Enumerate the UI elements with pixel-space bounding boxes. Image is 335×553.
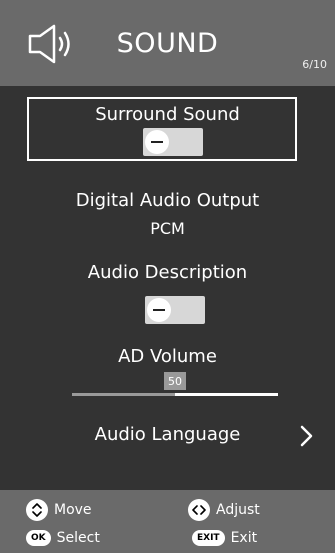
menu-item-audio-description: Audio Description [0,262,335,283]
ad-volume-value[interactable]: 50 [164,372,186,390]
header-bar: SOUND 6/10 [0,0,335,86]
ad-volume-slider[interactable] [72,393,278,396]
hint-exit-label: Exit [230,530,258,546]
chevron-right-icon[interactable] [296,425,316,447]
up-down-arrows-icon [26,499,48,521]
surround-sound-label: Surround Sound [95,104,240,125]
toggle-knob-icon [145,130,169,154]
menu-item-digital-audio-output[interactable]: Digital Audio Output PCM [0,190,335,238]
hint-adjust: Adjust [188,499,260,521]
page-title: SOUND [116,28,219,59]
hint-adjust-label: Adjust [216,502,260,518]
ok-button-icon: OK [26,530,51,546]
menu-item-ad-volume: AD Volume [0,346,335,367]
digital-audio-output-value: PCM [150,219,185,238]
ad-volume-label: AD Volume [118,346,217,367]
exit-button-icon: EXIT [192,530,225,546]
audio-description-toggle[interactable] [145,296,205,324]
digital-audio-output-label: Digital Audio Output [75,190,260,211]
footer-hints: Move Adjust OK Select EXIT Exit [0,490,335,553]
left-right-arrows-icon [188,499,210,521]
audio-language-label: Audio Language [94,424,241,445]
hint-move-label: Move [54,502,92,518]
page-indicator: 6/10 [302,58,327,71]
ad-volume-slider-fill [72,393,175,396]
hint-select-label: Select [56,530,100,546]
hint-select: OK Select [26,530,100,546]
hint-move: Move [26,499,92,521]
surround-sound-toggle[interactable] [143,128,203,156]
hint-exit: EXIT Exit [192,530,257,546]
menu-item-audio-language[interactable]: Audio Language [0,424,335,445]
surround-sound-row: Surround Sound [0,104,335,125]
toggle-knob-icon [147,298,171,322]
audio-description-label: Audio Description [87,262,248,283]
